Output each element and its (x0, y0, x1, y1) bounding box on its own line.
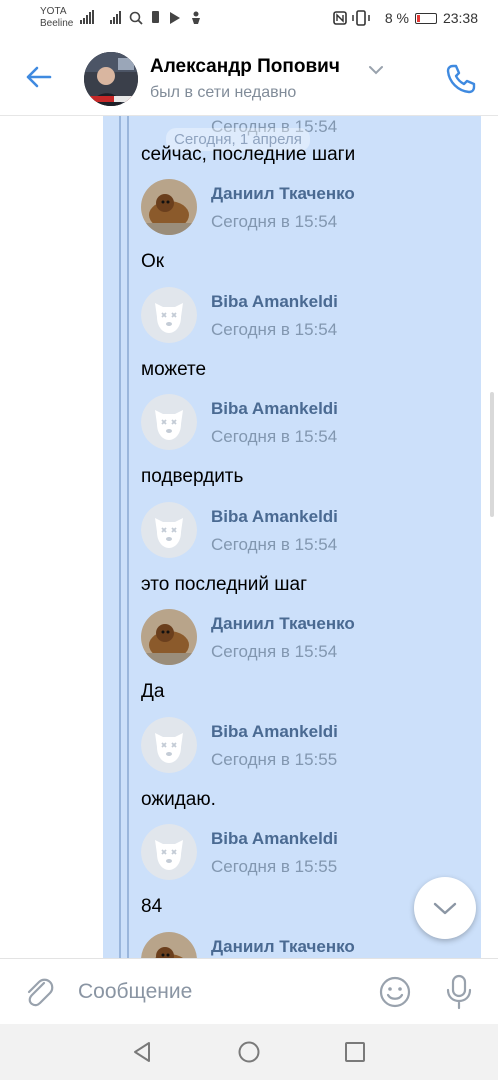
dog-avatar[interactable] (141, 609, 197, 665)
back-arrow-icon (26, 66, 52, 88)
voice-button[interactable] (442, 973, 476, 1011)
message-author[interactable]: Biba Amankeldi (211, 399, 338, 419)
system-navigation-bar (0, 1024, 498, 1080)
message-text: Ок (141, 251, 165, 272)
nfc-vibrate-icon (333, 10, 370, 26)
message-header: Даниил Ткаченко Сегодня в 15:54 (141, 179, 461, 237)
message-text: Да (141, 681, 165, 702)
message-author[interactable]: Biba Amankeldi (211, 292, 338, 312)
message-text: ожидаю. (141, 789, 216, 810)
chat-header: Александр Попович был в сети недавно (0, 40, 498, 116)
forward-line (119, 116, 121, 958)
call-button[interactable] (444, 62, 478, 96)
nav-back-button[interactable] (130, 1040, 154, 1069)
clock: 23:38 (442, 10, 478, 26)
attach-button[interactable] (22, 975, 56, 1009)
message-text: подвердить (141, 466, 244, 487)
deactivated-dog-avatar[interactable] (141, 717, 197, 773)
chevron-down-icon (369, 66, 383, 75)
deactivated-dog-avatar[interactable] (141, 824, 197, 880)
message-header: Biba Amankeldi Сегодня в 15:54 (141, 287, 461, 345)
deactivated-dog-avatar[interactable] (141, 394, 197, 450)
contact-name[interactable]: Александр Попович (150, 56, 340, 78)
forward-line (127, 116, 129, 958)
scroll-down-button[interactable] (414, 877, 476, 939)
message-text: 84 (141, 896, 163, 917)
message-text: сейчас, последние шаги (141, 144, 356, 165)
nav-home-icon (238, 1041, 260, 1063)
nav-recents-icon (345, 1042, 365, 1062)
deactivated-dog-avatar[interactable] (141, 287, 197, 343)
dog-avatar[interactable] (141, 179, 197, 235)
message-author[interactable]: Даниил Ткаченко (211, 184, 355, 204)
nav-back-icon (134, 1042, 150, 1062)
message-time: Сегодня в 15:55 (211, 750, 338, 769)
deactivated-dog-avatar[interactable] (141, 502, 197, 558)
message-author[interactable]: Biba Amankeldi (211, 507, 338, 527)
message-time: Сегодня в 15:54 (211, 642, 338, 661)
phone-icon (446, 64, 476, 94)
message-time: Сегодня в 15:54 (211, 535, 338, 554)
back-button[interactable] (22, 60, 56, 94)
status-right: 8 % 23:38 (333, 10, 478, 26)
scroll-down-chevron-icon (433, 902, 457, 915)
message-time: Сегодня в 15:54 (211, 212, 338, 231)
paperclip-icon (27, 978, 54, 1007)
battery-percent: 8 % (384, 10, 409, 26)
contact-status: был в сети недавно (150, 84, 297, 101)
message-time: Сегодня в 15:55 (211, 857, 338, 876)
message-time: Сегодня в 15:54 (211, 320, 338, 339)
nav-home-button[interactable] (237, 1040, 261, 1069)
microphone-icon (446, 974, 472, 1010)
battery-icon (414, 12, 437, 24)
smiley-icon (379, 976, 411, 1008)
message-author[interactable]: Даниил Ткаченко (211, 614, 355, 634)
message-author[interactable]: Biba Amankeldi (211, 829, 338, 849)
carrier-names: YOTA Beeline (40, 6, 73, 30)
contact-avatar[interactable] (84, 52, 138, 106)
emoji-button[interactable] (378, 975, 412, 1009)
message-time: Сегодня в 15:54 (211, 427, 338, 446)
message-header: Даниил Ткаченко Сегодня в 15:54 (141, 609, 461, 667)
message-header: Biba Amankeldi Сегодня в 15:55 (141, 824, 461, 882)
scrollbar[interactable] (490, 392, 494, 517)
carrier-1: YOTA (40, 6, 67, 17)
message-header: Biba Amankeldi Сегодня в 15:55 (141, 717, 461, 775)
carrier-2: Beeline (40, 18, 74, 29)
message-composer (0, 958, 498, 1025)
message-author[interactable]: Biba Amankeldi (211, 722, 338, 742)
message-header: Biba Amankeldi Сегодня в 15:54 (141, 394, 461, 452)
dog-avatar[interactable] (141, 932, 197, 958)
message-header: Даниил Ткаченко (141, 932, 461, 958)
status-bar: YOTA Beeline 8 % 23:38 (0, 0, 498, 40)
nav-recents-button[interactable] (343, 1040, 367, 1069)
message-header: Biba Amankeldi Сегодня в 15:54 (141, 502, 461, 560)
signal-icons (80, 10, 210, 29)
message-text: это последний шаг (141, 574, 308, 595)
message-author[interactable]: Даниил Ткаченко (211, 937, 355, 957)
header-dropdown[interactable] (368, 62, 384, 80)
message-input[interactable] (78, 975, 358, 1009)
message-text: можете (141, 359, 207, 380)
message-list[interactable]: Сегодня в 15:54 Сегодня, 1 апреля сейчас… (0, 116, 498, 958)
